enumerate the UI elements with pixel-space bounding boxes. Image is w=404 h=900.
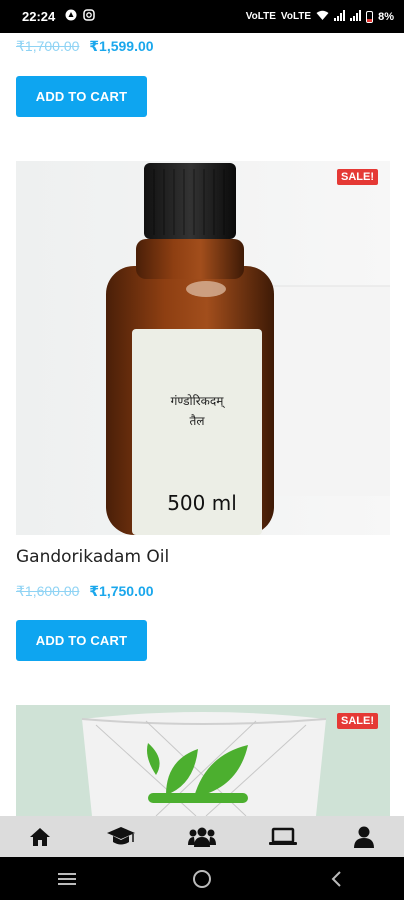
nav-home[interactable] (20, 820, 60, 854)
add-to-cart-button[interactable]: ADD TO CART (16, 620, 147, 661)
home-icon (30, 827, 51, 846)
volte-label-2: VoLTE (280, 11, 312, 22)
product-image[interactable]: SALE! (16, 705, 390, 816)
laptop-icon (268, 827, 297, 845)
price-old: ₹1,700.00 (16, 38, 80, 54)
signal-icon-2 (350, 9, 362, 24)
price-row: ₹1,700.00 ₹1,599.00 (16, 38, 154, 55)
recents-icon (58, 872, 77, 885)
system-nav (0, 857, 404, 900)
instagram-icon (83, 9, 95, 24)
price-row: ₹1,600.00 ₹1,750.00 (16, 583, 154, 600)
signal-icon-1 (334, 9, 346, 24)
bottle-volume-text: 500 ml (167, 491, 237, 515)
nav-account[interactable] (344, 820, 384, 854)
herbal-powder-image (16, 705, 390, 816)
user-icon (353, 826, 374, 848)
graduation-cap-icon (107, 826, 136, 844)
back-button[interactable] (317, 864, 357, 894)
bottom-nav (0, 816, 404, 857)
users-icon (187, 827, 216, 847)
product-image[interactable]: गंण्डोरिकदम् तैल 500 ml SALE! (16, 161, 390, 535)
oil-bottle-image (16, 161, 390, 535)
sale-badge: SALE! (337, 169, 378, 185)
status-bar: 22:24 VoLTE VoLTE 8% (0, 0, 404, 33)
wifi-icon (316, 10, 329, 24)
back-icon (331, 870, 341, 887)
bottle-label-text: गंण्डोरिकदम् तैल (170, 394, 224, 428)
price-old: ₹1,600.00 (16, 583, 80, 599)
price-new: ₹1,599.00 (89, 38, 154, 54)
add-to-cart-button[interactable]: ADD TO CART (16, 76, 147, 117)
price-new: ₹1,750.00 (89, 583, 154, 599)
volte-label-1: VoLTE (245, 11, 276, 22)
notification-icon (65, 9, 77, 24)
nav-community[interactable] (182, 820, 222, 854)
home-circle-icon (192, 869, 211, 888)
product-list[interactable]: ₹1,700.00 ₹1,599.00 ADD TO CART गंण्डोरि… (0, 33, 404, 816)
battery-percent: 8% (378, 10, 394, 23)
sale-badge: SALE! (337, 713, 378, 729)
recents-button[interactable] (47, 864, 87, 894)
clock: 22:24 (22, 9, 56, 24)
status-right: VoLTE VoLTE 8% (245, 9, 394, 24)
battery-icon (366, 10, 374, 23)
product-title[interactable]: Gandorikadam Oil (16, 547, 169, 567)
home-button[interactable] (182, 864, 222, 894)
nav-online[interactable] (263, 820, 303, 854)
nav-courses[interactable] (101, 820, 141, 854)
